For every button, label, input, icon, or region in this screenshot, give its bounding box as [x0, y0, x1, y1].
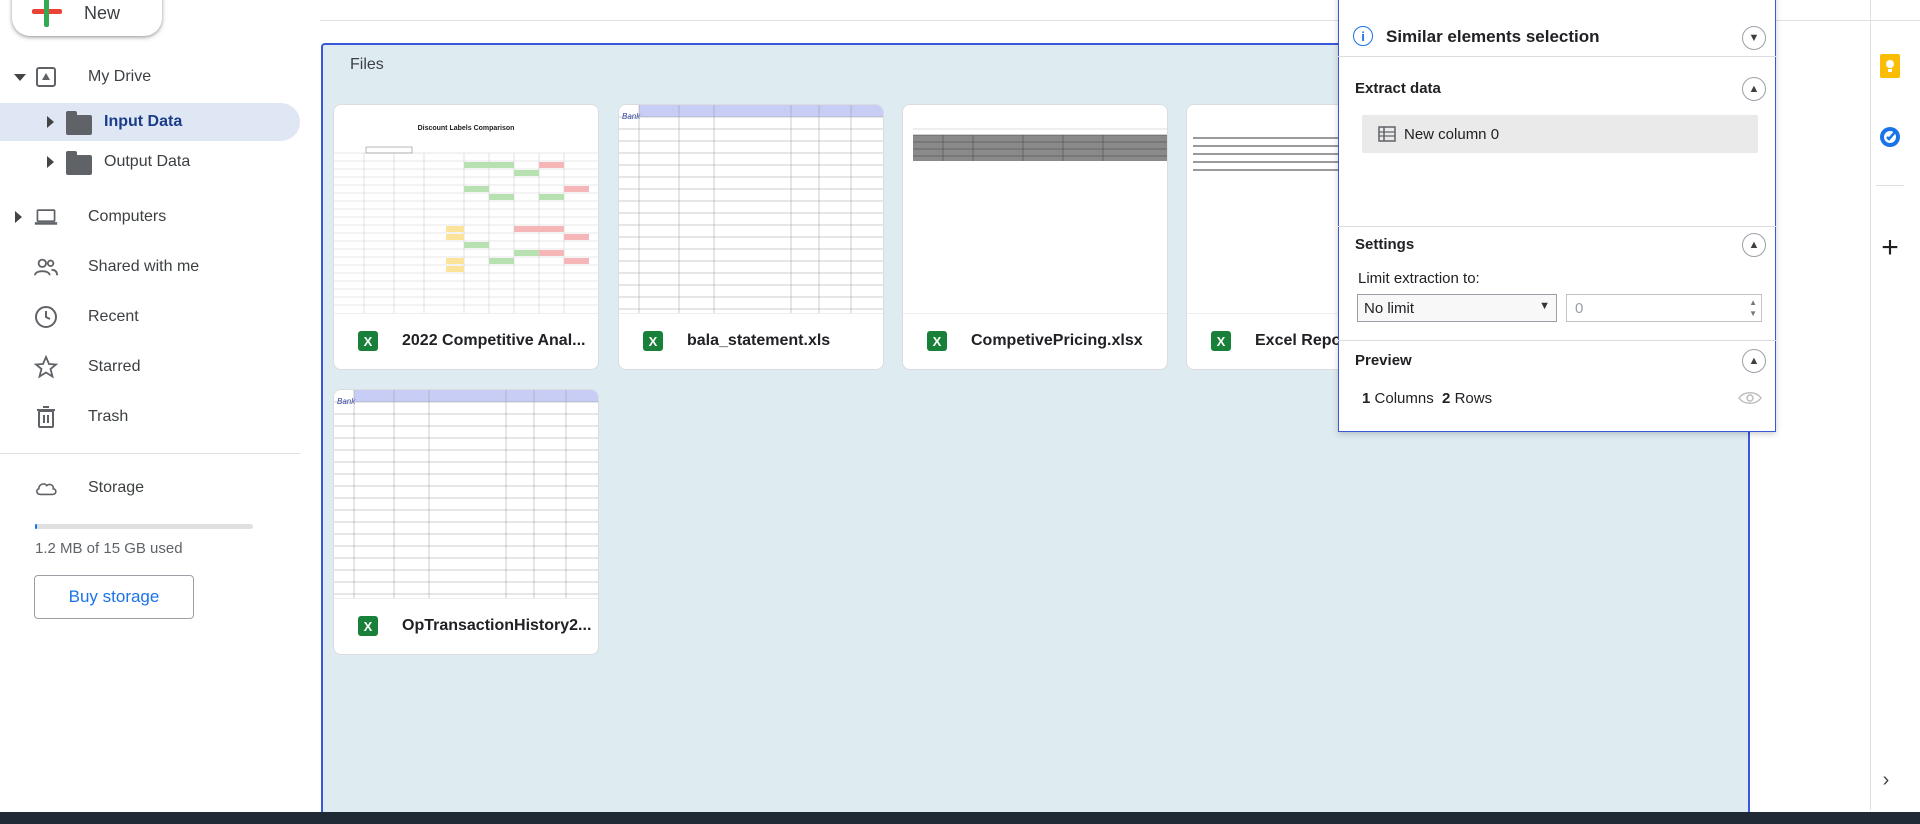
keep-icon[interactable]: [1878, 54, 1902, 78]
folder-label: Input Data: [104, 113, 183, 130]
panel-divider: [1338, 56, 1776, 57]
cloud-icon: [34, 476, 58, 500]
sidebar-item-label: Trash: [88, 408, 129, 425]
rail-divider: [1876, 185, 1904, 186]
limit-extraction-select[interactable]: No limit ▼: [1357, 294, 1557, 322]
add-addon-icon[interactable]: +: [1878, 231, 1902, 264]
sidebar-item-trash[interactable]: Trash: [0, 397, 300, 437]
chevron-right-icon[interactable]: [47, 116, 54, 128]
folder-icon: [66, 111, 92, 135]
star-icon: [34, 355, 58, 379]
file-thumbnail: [903, 105, 1167, 314]
eye-icon[interactable]: [1738, 390, 1762, 411]
sidebar-item-label: My Drive: [88, 68, 152, 85]
limit-number-value: 0: [1575, 299, 1584, 317]
drive-icon: [34, 65, 58, 89]
file-name: CompetivePricing.xlsx: [971, 332, 1143, 349]
file-card[interactable]: Bank X OpTransactionHistory2...: [333, 389, 599, 655]
sidebar-item-computers[interactable]: Computers: [0, 197, 300, 237]
sidebar-item-label: Recent: [88, 308, 139, 325]
new-button-label: New: [84, 2, 121, 23]
file-name: bala_statement.xls: [687, 332, 831, 349]
excel-icon: X: [1211, 331, 1231, 351]
preview-summary: 1 Columns 2 Rows: [1362, 390, 1492, 407]
file-thumbnail: Bank: [334, 390, 598, 599]
chevron-up-icon[interactable]: ▲: [1742, 233, 1766, 257]
chevron-down-icon[interactable]: [14, 74, 26, 81]
excel-icon: X: [358, 331, 378, 351]
file-name: OpTransactionHistory2...: [402, 617, 592, 634]
tasks-icon[interactable]: [1878, 125, 1902, 149]
files-section-title: Files: [350, 56, 384, 73]
sidebar-item-shared[interactable]: Shared with me: [0, 247, 300, 287]
chevron-right-icon[interactable]: ›: [1874, 768, 1898, 792]
sidebar-item-recent[interactable]: Recent: [0, 297, 300, 337]
chevron-up-icon[interactable]: ▲: [1742, 77, 1766, 101]
stepper-icon[interactable]: ▲ ▼: [1749, 297, 1757, 319]
computer-icon: [34, 205, 58, 229]
limit-select-value: No limit: [1364, 299, 1415, 317]
svg-text:Bank: Bank: [337, 397, 356, 406]
preview-column-count: 1: [1362, 390, 1371, 407]
folder-label: Output Data: [104, 153, 191, 170]
chevron-up-icon[interactable]: ▲: [1742, 349, 1766, 373]
sidebar-item-label: Storage: [88, 479, 145, 496]
sidebar-folder-output-data[interactable]: Output Data: [0, 143, 300, 181]
trash-icon: [34, 405, 58, 429]
clock-icon: [34, 305, 58, 329]
table-column-icon: [1378, 126, 1396, 142]
file-name: Excel Repo: [1255, 332, 1342, 349]
preview-column-label: Columns: [1374, 390, 1434, 407]
storage-used-text: 1.2 MB of 15 GB used: [35, 540, 183, 557]
sidebar-item-label: Shared with me: [88, 258, 200, 275]
storage-bar-fill: [35, 524, 37, 529]
excel-icon: X: [643, 331, 663, 351]
column-chip-label: New column 0: [1404, 125, 1500, 143]
dropdown-arrow-icon: ▼: [1539, 300, 1550, 312]
preview-row-count: 2: [1442, 390, 1451, 407]
side-panel-divider: [1870, 0, 1871, 810]
chevron-down-icon[interactable]: ▼: [1742, 26, 1766, 50]
column-chip[interactable]: New column 0: [1362, 115, 1758, 153]
similar-elements-title: Similar elements selection: [1386, 27, 1600, 46]
info-icon: i: [1353, 26, 1373, 46]
sidebar-item-label: Starred: [88, 358, 141, 375]
sidebar-folder-input-data[interactable]: Input Data: [0, 103, 300, 141]
excel-icon: X: [927, 331, 947, 351]
storage-bar: [35, 524, 253, 529]
sidebar-item-storage[interactable]: Storage: [0, 468, 300, 508]
excel-icon: X: [358, 616, 378, 636]
preview-title: Preview: [1355, 352, 1412, 369]
file-card[interactable]: Discount Labels Comparison X 2022 Compet…: [333, 104, 599, 370]
folder-icon: [66, 151, 92, 175]
buy-storage-button[interactable]: Buy storage: [34, 575, 194, 619]
panel-divider: [1338, 340, 1776, 341]
preview-row-label: Rows: [1454, 390, 1493, 407]
svg-text:Bank: Bank: [622, 112, 641, 121]
chevron-right-icon[interactable]: [47, 156, 54, 168]
taskbar: [0, 812, 1920, 824]
settings-title: Settings: [1355, 236, 1415, 253]
file-name: 2022 Competitive Anal...: [402, 332, 586, 349]
panel-divider: [1338, 226, 1776, 227]
chevron-right-icon[interactable]: [15, 211, 22, 223]
sidebar-item-label: Computers: [88, 208, 167, 225]
new-button[interactable]: New: [12, 0, 162, 36]
sidebar-divider: [0, 453, 300, 454]
extract-data-title: Extract data: [1355, 80, 1441, 97]
limit-extraction-label: Limit extraction to:: [1358, 270, 1480, 287]
limit-number-input[interactable]: 0 ▲ ▼: [1566, 294, 1762, 322]
file-card[interactable]: X CompetivePricing.xlsx: [902, 104, 1168, 370]
people-icon: [34, 255, 58, 279]
file-thumbnail: Bank: [619, 105, 883, 314]
file-card[interactable]: Bank X bala_statement.xls: [618, 104, 884, 370]
sidebar-item-my-drive[interactable]: My Drive: [0, 57, 300, 97]
plus-icon: [32, 0, 62, 27]
sidebar-item-starred[interactable]: Starred: [0, 347, 300, 387]
file-thumbnail: Discount Labels Comparison: [334, 105, 598, 314]
